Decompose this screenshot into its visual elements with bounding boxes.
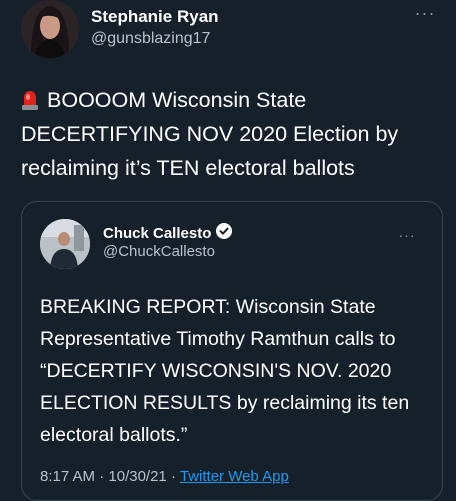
meta-separator: ·	[170, 468, 176, 485]
quoted-author-avatar[interactable]	[40, 219, 90, 269]
source-app-link[interactable]: Twitter Web App	[180, 468, 289, 485]
quoted-author-handle[interactable]: @ChuckCallesto	[103, 243, 215, 260]
verified-badge-icon	[216, 223, 233, 243]
tweet-text-body: BOOOOM Wisconsin State DECERTIFYING NOV …	[21, 88, 399, 180]
more-options-icon[interactable]: ···	[411, 3, 439, 25]
meta-separator: ·	[99, 468, 105, 485]
author-avatar[interactable]	[21, 0, 79, 58]
author-name[interactable]: Stephanie Ryan	[91, 7, 219, 27]
quoted-more-options-icon[interactable]: ···	[394, 227, 420, 245]
quoted-author-name[interactable]: Chuck Callesto	[103, 225, 211, 242]
siren-icon	[21, 86, 39, 110]
quoted-tweet-text: BREAKING REPORT: Wisconsin State Represe…	[40, 296, 410, 446]
tweet-date[interactable]: 10/30/21	[108, 468, 166, 485]
tweet-text: BOOOOM Wisconsin State DECERTIFYING NOV …	[21, 83, 441, 185]
quoted-tweet-card[interactable]: Chuck Callesto @ChuckCallesto ··· BREAKI…	[21, 201, 443, 501]
author-handle[interactable]: @gunsblazing17	[91, 30, 210, 48]
quoted-author-name-row[interactable]: Chuck Callesto	[103, 223, 233, 243]
tweet: Stephanie Ryan @gunsblazing17 ··· BOOOOM…	[0, 0, 456, 501]
tweet-time[interactable]: 8:17 AM	[40, 468, 95, 485]
quoted-tweet-metadata: 8:17 AM · 10/30/21 · Twitter Web App	[40, 468, 289, 485]
